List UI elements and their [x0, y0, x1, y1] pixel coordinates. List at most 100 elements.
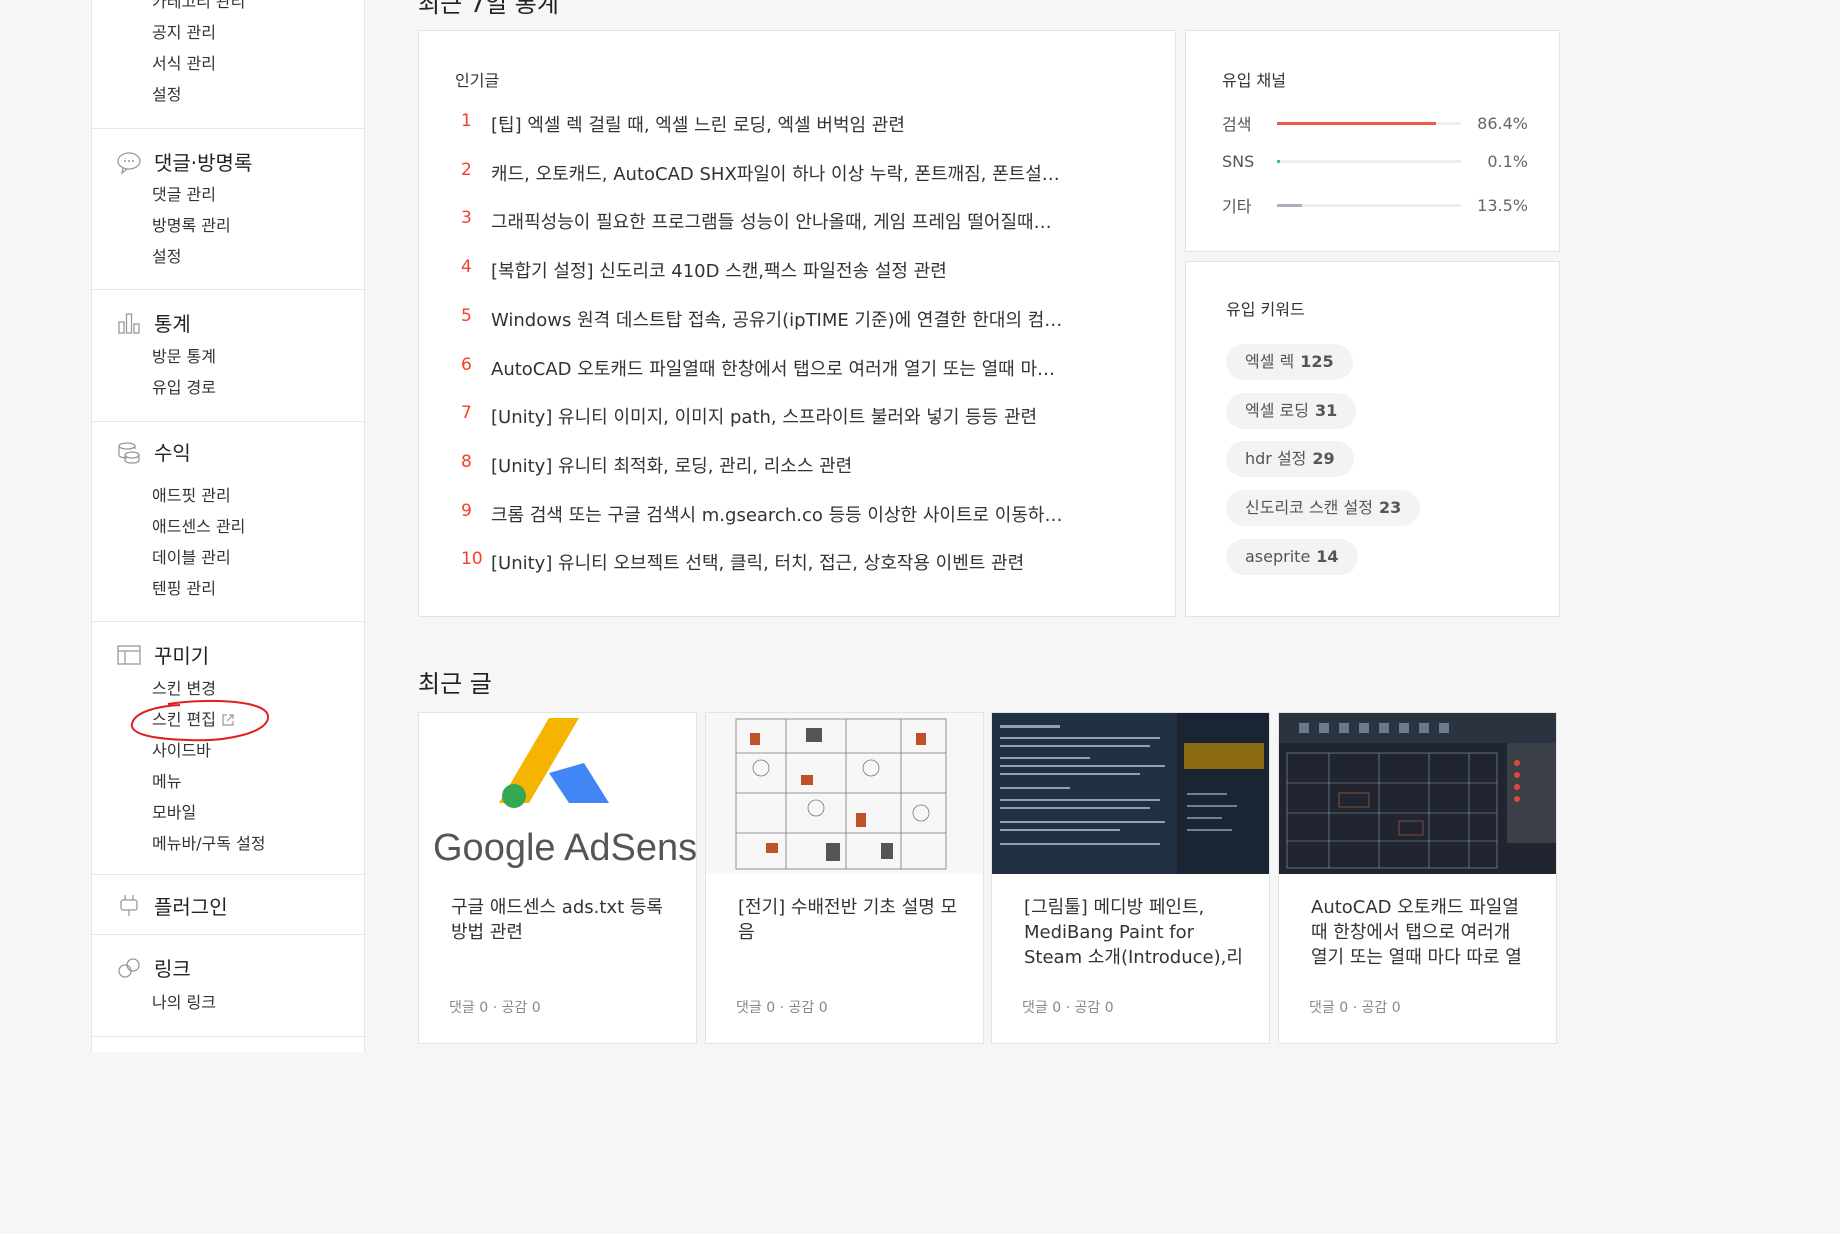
- popular-post-title: Windows 원격 데스트탑 접속, 공유기(ipTIME 기준)에 연결한 …: [491, 309, 1063, 331]
- sidebar-group-revenue: 수익 애드핏 관리 애드센스 관리 데이블 관리 텐핑 관리: [92, 421, 366, 621]
- popular-post-rank: 1: [461, 111, 472, 131]
- sidebar-group-header[interactable]: 링크: [116, 953, 191, 982]
- popular-post-title: [복합기 설정] 신도리코 410D 스캔,팩스 파일전송 설정 관련: [491, 261, 947, 283]
- sidebar-group-header[interactable]: 꾸미기: [116, 640, 209, 669]
- sidebar-group-link: 링크 나의 링크: [92, 934, 366, 1036]
- like-count: 공감 0: [788, 1000, 828, 1016]
- keywords-title: 유입 키워드: [1226, 300, 1305, 319]
- sidebar-group-title: 플러그인: [154, 895, 228, 919]
- sidebar-sublist: 댓글 관리 방명록 관리 설정: [152, 179, 231, 272]
- keyword-count: 125: [1300, 352, 1334, 371]
- keyword-text: aseprite: [1245, 546, 1311, 566]
- post-thumbnail: Google AdSense: [419, 713, 696, 874]
- channel-percent: 0.1%: [1487, 152, 1528, 171]
- popular-post-row[interactable]: 4 [복합기 설정] 신도리코 410D 스캔,팩스 파일전송 설정 관련: [461, 257, 1081, 283]
- popular-post-row[interactable]: 10 [Unity] 유니티 오브젝트 선택, 클릭, 터치, 접근, 상호작용 …: [461, 549, 1081, 575]
- popular-post-rank: 10: [461, 549, 483, 570]
- sidebar-item-menubar[interactable]: 메뉴바/구독 설정: [152, 828, 266, 859]
- popular-post-row[interactable]: 9 크롬 검색 또는 구글 검색시 m.gsearch.co 등등 이상한 사이트…: [461, 501, 1081, 527]
- medibang-screenshot-image: [992, 713, 1269, 874]
- recent-post-card[interactable]: Google AdSense 구글 애드센스 ads.txt 등록방법 관련 댓…: [418, 712, 697, 1044]
- channel-row: 기타 13.5%: [1222, 193, 1528, 217]
- post-meta: 댓글 0 · 공감 0: [1309, 1000, 1401, 1016]
- post-title: [전기] 수배전반 기초 설명 모음: [738, 897, 958, 943]
- sidebar-item-notice[interactable]: 공지 관리: [152, 17, 245, 48]
- popular-post-row[interactable]: 3 그래픽성능이 필요한 프로그램들 성능이 안나올때, 게임 프레임 떨어질때…: [461, 208, 1081, 234]
- channel-percent: 13.5%: [1477, 195, 1528, 215]
- post-meta: 댓글 0 · 공감 0: [1022, 1000, 1114, 1016]
- keyword-text: hdr 설정: [1245, 449, 1307, 469]
- sidebar-group-header[interactable]: 댓글·방명록: [116, 147, 252, 176]
- keyword-chip[interactable]: 엑셀 렉 125: [1226, 344, 1353, 380]
- recent-post-card[interactable]: [전기] 수배전반 기초 설명 모음 댓글 0 · 공감 0: [705, 712, 984, 1044]
- channel-bar: [1277, 203, 1461, 207]
- channel-name: 검색: [1222, 115, 1252, 134]
- sidebar-group-header[interactable]: 통계: [116, 308, 191, 337]
- sidebar-item-tenping[interactable]: 텐핑 관리: [152, 573, 245, 604]
- keyword-count: 31: [1314, 400, 1338, 420]
- keyword-chip[interactable]: aseprite 14: [1226, 538, 1358, 575]
- popular-post-rank: 4: [461, 257, 472, 278]
- autocad-screenshot-image: [1279, 713, 1556, 869]
- sidebar-item-template[interactable]: 서식 관리: [152, 48, 245, 79]
- channel-row: 검색 86.4%: [1222, 111, 1528, 135]
- popular-post-title: 그래픽성능이 필요한 프로그램들 성능이 안나올때, 게임 프레임 떨어질때…: [491, 212, 1052, 234]
- popular-post-row[interactable]: 7 [Unity] 유니티 이미지, 이미지 path, 스프라이트 불러와 넣기…: [461, 403, 1081, 429]
- sidebar-item-visit-stats[interactable]: 방문 통계: [152, 341, 216, 372]
- popular-post-row[interactable]: 5 Windows 원격 데스트탑 접속, 공유기(ipTIME 기준)에 연결한…: [461, 306, 1081, 332]
- keyword-chip[interactable]: 엑셀 로딩 31: [1226, 392, 1357, 429]
- sidebar-group-header[interactable]: 플러그인: [116, 891, 228, 920]
- popular-post-row[interactable]: 2 캐드, 오토캐드, AutoCAD SHX파일이 하나 이상 누락, 폰트깨짐…: [461, 160, 1081, 186]
- sidebar-item-my-link[interactable]: 나의 링크: [152, 987, 216, 1018]
- sidebar-item-mobile[interactable]: 모바일: [152, 797, 266, 828]
- sidebar-item-referrer[interactable]: 유입 경로: [152, 372, 216, 403]
- post-thumbnail: [992, 713, 1269, 874]
- popular-post-title: 크롬 검색 또는 구글 검색시 m.gsearch.co 등등 이상한 사이트로…: [491, 504, 1063, 526]
- popular-post-row[interactable]: 1 [팁] 엑셀 렉 걸릴 때, 엑셀 느린 로딩, 엑셀 버벅임 관련: [461, 111, 1081, 137]
- sidebar-item-category[interactable]: 카테고리 관리: [152, 0, 245, 17]
- keyword-count: 14: [1316, 546, 1339, 566]
- post-thumbnail: [706, 713, 983, 874]
- coins-icon: [118, 441, 140, 464]
- sidebar-group-title: 댓글·방명록: [154, 151, 253, 175]
- recent-post-card[interactable]: AutoCAD 오토캐드 파일열때 한창에서 탭으로 여러개 열기 또는 열때 …: [1278, 712, 1557, 1044]
- post-title: [그림툴] 메디방 페인트, MediBang Paint for Steam …: [1024, 897, 1243, 968]
- traffic-channels-card: 유입 채널 검색 86.4% SNS 0.1% 기타 13.5%: [1185, 30, 1560, 252]
- popular-post-title: [Unity] 유니티 최적화, 로딩, 관리, 리소스 관련: [491, 455, 853, 477]
- channel-percent: 86.4%: [1477, 113, 1528, 133]
- comment-count: 댓글 0: [736, 1000, 776, 1016]
- popular-post-rank: 6: [461, 354, 472, 375]
- layout-icon: [117, 644, 141, 665]
- recent-posts-heading: 최근 글: [418, 670, 492, 698]
- sidebar-item-dable[interactable]: 데이블 관리: [152, 542, 245, 573]
- channel-bar: [1277, 121, 1461, 125]
- popular-post-rank: 9: [461, 500, 472, 521]
- recent-post-card[interactable]: [그림툴] 메디방 페인트, MediBang Paint for Steam …: [991, 712, 1270, 1044]
- sidebar-sublist: 나의 링크: [152, 987, 216, 1018]
- comment-count: 댓글 0: [449, 1000, 489, 1016]
- keyword-chip[interactable]: hdr 설정 29: [1226, 441, 1354, 478]
- sidebar-item-settings[interactable]: 설정: [152, 79, 245, 110]
- popular-post-rank: 5: [461, 305, 472, 326]
- sidebar-item-adfit[interactable]: 애드핏 관리: [152, 480, 245, 511]
- sidebar-item-comment-settings[interactable]: 설정: [152, 241, 231, 272]
- sidebar-item-comment-manage[interactable]: 댓글 관리: [152, 179, 231, 210]
- sidebar-group-stats: 통계 방문 통계 유입 경로: [92, 289, 366, 421]
- sidebar-item-guestbook-manage[interactable]: 방명록 관리: [152, 210, 231, 241]
- popular-post-title: 캐드, 오토캐드, AutoCAD SHX파일이 하나 이상 누락, 폰트깨짐,…: [491, 163, 1060, 185]
- post-meta: 댓글 0 · 공감 0: [449, 1000, 541, 1016]
- sidebar-group-title: 꾸미기: [154, 644, 210, 668]
- popular-post-row[interactable]: 6 AutoCAD 오토캐드 파일열때 한창에서 탭으로 여러개 열기 또는 열때…: [461, 355, 1081, 381]
- sidebar-item-adsense[interactable]: 애드센스 관리: [152, 511, 245, 542]
- post-meta: 댓글 0 · 공감 0: [736, 1000, 828, 1016]
- keywords-card: 유입 키워드 엑셀 렉 125 엑셀 로딩 31 hdr 설정 29 신도리코 스캔 설정 2…: [1185, 261, 1560, 617]
- sidebar-sublist: 방문 통계 유입 경로: [152, 341, 216, 403]
- sidebar-item-menu[interactable]: 메뉴: [152, 766, 266, 797]
- like-count: 공감 0: [1074, 1000, 1114, 1016]
- channel-row: SNS 0.1%: [1222, 152, 1528, 171]
- popular-post-rank: 3: [461, 208, 472, 229]
- sidebar-group-header[interactable]: 수익: [116, 437, 191, 466]
- sidebar-group-title: 수익: [154, 441, 191, 465]
- keyword-chip[interactable]: 신도리코 스캔 설정 23: [1226, 490, 1421, 527]
- popular-post-row[interactable]: 8 [Unity] 유니티 최적화, 로딩, 관리, 리소스 관련: [461, 452, 1081, 478]
